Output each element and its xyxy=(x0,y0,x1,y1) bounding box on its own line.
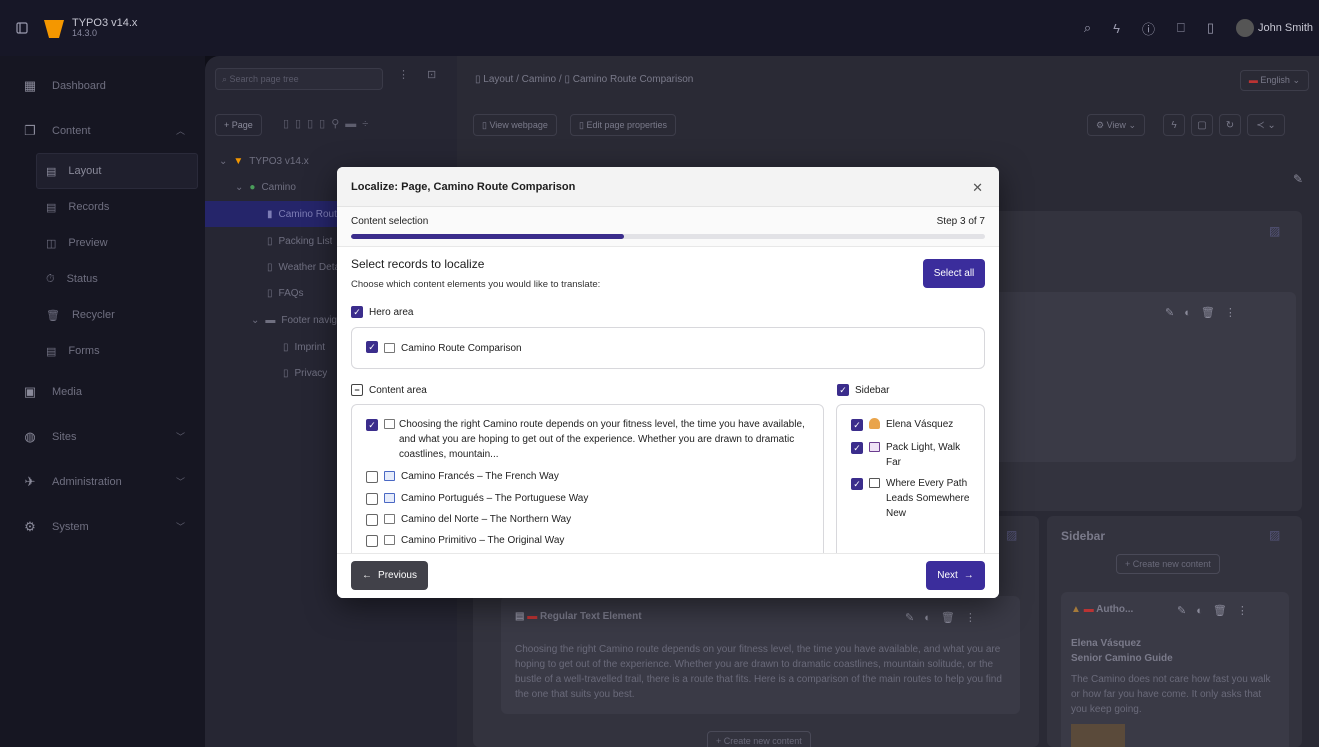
section-subheading: Choose which content elements you would … xyxy=(351,279,601,290)
list-item[interactable]: Camino Francés – The French Way xyxy=(366,469,559,484)
list-item[interactable]: ✓ Where Every Path Leads Somewhere New xyxy=(851,476,976,521)
record-checkbox[interactable] xyxy=(366,514,378,526)
record-label: Camino del Norte – The Northern Way xyxy=(401,514,572,525)
modal-title: Localize: Page, Camino Route Comparison xyxy=(351,180,576,193)
record-label: Camino Portugués – The Portuguese Way xyxy=(401,493,589,504)
image-element-icon xyxy=(384,493,395,503)
modal-header: Localize: Page, Camino Route Comparison xyxy=(337,167,999,207)
select-all-button[interactable]: Select all xyxy=(923,259,985,288)
note-element-icon xyxy=(869,442,880,452)
record-checkbox[interactable]: ✓ xyxy=(366,341,378,353)
record-checkbox[interactable] xyxy=(366,493,378,505)
list-item[interactable]: Camino Primitivo – The Original Way xyxy=(366,533,564,548)
section-heading: Select records to localize xyxy=(351,257,485,271)
record-checkbox[interactable]: ✓ xyxy=(851,478,863,490)
hero-area-label: Hero area xyxy=(369,306,414,318)
arrow-left-icon: ← xyxy=(362,570,373,581)
record-checkbox[interactable]: ✓ xyxy=(366,419,378,431)
progress-fill xyxy=(351,234,624,239)
list-item[interactable]: ✓ Camino Route Comparison xyxy=(366,341,522,356)
person-icon xyxy=(869,418,880,429)
hero-area-box: ✓ Camino Route Comparison xyxy=(351,327,985,369)
localize-modal: Localize: Page, Camino Route Comparison … xyxy=(337,167,999,598)
content-area-box: ✓ Choosing the right Camino route depend… xyxy=(351,404,824,553)
content-area-group[interactable]: − Content area xyxy=(351,384,427,396)
content-element-icon xyxy=(384,535,395,545)
sidebar-area-checkbox[interactable]: ✓ xyxy=(837,384,849,396)
next-label: Next xyxy=(937,570,958,581)
record-label: Pack Light, Walk Far xyxy=(886,442,961,468)
content-element-icon xyxy=(384,514,395,524)
content-element-icon xyxy=(384,419,395,429)
hero-area-group[interactable]: ✓ Hero area xyxy=(351,306,413,318)
record-checkbox[interactable]: ✓ xyxy=(851,419,863,431)
list-item[interactable]: ✓ Elena Vásquez xyxy=(851,417,953,432)
previous-label: Previous xyxy=(378,570,417,581)
sidebar-area-box: ✓ Elena Vásquez ✓ Pack Light, Walk Far ✓… xyxy=(836,404,985,553)
record-label: Elena Vásquez xyxy=(886,419,954,430)
close-icon[interactable]: ✕ xyxy=(972,180,983,196)
progress-bar xyxy=(351,234,985,239)
record-label: Where Every Path Leads Somewhere New xyxy=(886,478,970,519)
modal-footer: ← Previous Next → xyxy=(337,553,999,598)
list-item[interactable]: ✓ Choosing the right Camino route depend… xyxy=(366,417,811,462)
hero-area-checkbox[interactable]: ✓ xyxy=(351,306,363,318)
content-area-label: Content area xyxy=(369,384,427,396)
record-checkbox[interactable]: ✓ xyxy=(851,442,863,454)
record-label: Choosing the right Camino route depends … xyxy=(399,419,805,460)
previous-button[interactable]: ← Previous xyxy=(351,561,428,590)
wizard-steps: Content selection Step 3 of 7 xyxy=(337,207,999,247)
sidebar-area-label: Sidebar xyxy=(855,384,890,396)
record-label: Camino Primitivo – The Original Way xyxy=(401,535,565,546)
image-element-icon xyxy=(384,471,395,481)
list-item[interactable]: ✓ Pack Light, Walk Far xyxy=(851,440,976,470)
step-label: Content selection xyxy=(351,216,429,227)
list-item[interactable]: Camino del Norte – The Northern Way xyxy=(366,512,571,527)
content-element-icon xyxy=(384,343,395,353)
content-area-checkbox[interactable]: − xyxy=(351,384,363,396)
sidebar-area-group[interactable]: ✓ Sidebar xyxy=(837,384,889,396)
record-checkbox[interactable] xyxy=(366,535,378,547)
next-button[interactable]: Next → xyxy=(926,561,985,590)
record-checkbox[interactable] xyxy=(366,471,378,483)
step-counter: Step 3 of 7 xyxy=(936,216,985,227)
list-item[interactable]: Camino Portugués – The Portuguese Way xyxy=(366,491,588,506)
record-label: Camino Francés – The French Way xyxy=(401,471,559,482)
text-element-icon xyxy=(869,478,880,488)
modal-body: Select records to localize Choose which … xyxy=(337,247,999,553)
record-label: Camino Route Comparison xyxy=(401,343,522,354)
arrow-right-icon: → xyxy=(963,570,974,581)
